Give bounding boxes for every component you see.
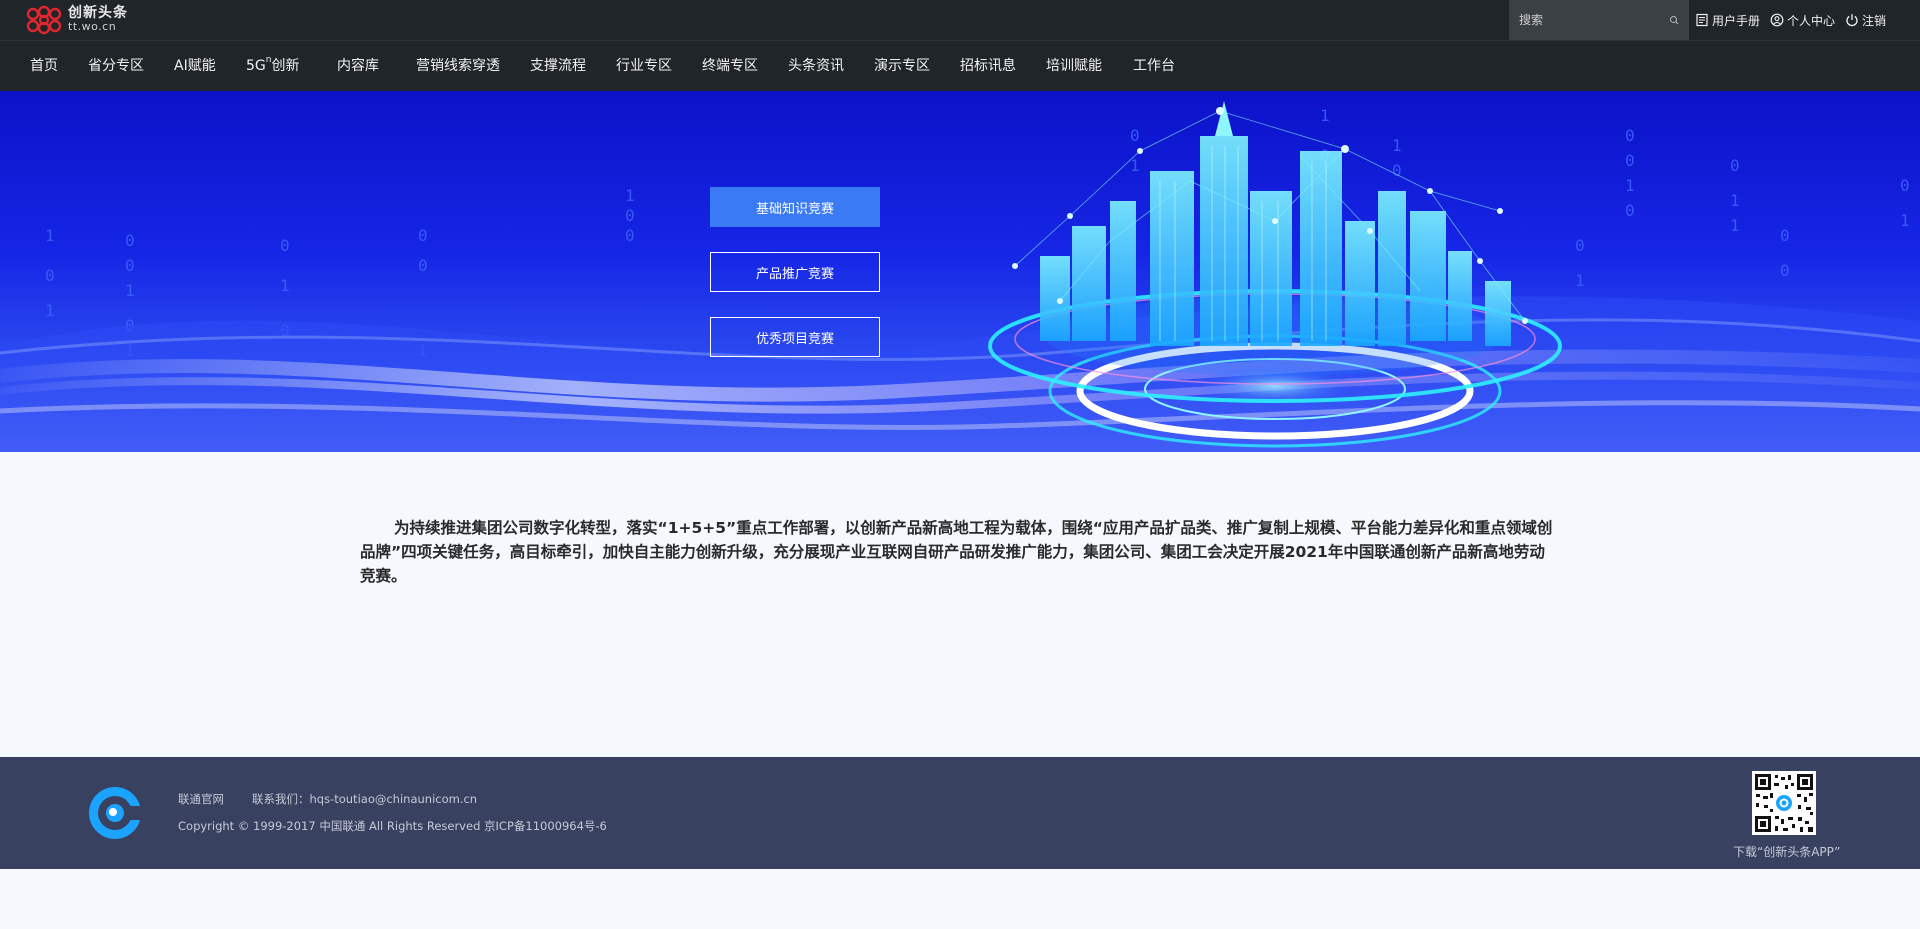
user-icon <box>1770 13 1784 27</box>
svg-text:0: 0 <box>1900 176 1910 195</box>
intro-paragraph: 为持续推进集团公司数字化转型，落实“1+5+5”重点工作部署，以创新产品新高地工… <box>360 519 1553 585</box>
nav-terminal-zone[interactable]: 终端专区 <box>702 41 758 92</box>
top-bar: 创新头条 tt.wo.cn 用户手册 个人中心 <box>0 0 1920 40</box>
search-box <box>1509 0 1689 40</box>
basic-knowledge-contest-button[interactable]: 基础知识竞赛 <box>710 187 880 227</box>
svg-text:0: 0 <box>125 231 135 250</box>
qr-caption: 下载“创新头条APP” <box>1733 845 1841 859</box>
nav-training[interactable]: 培训赋能 <box>1046 41 1102 92</box>
svg-text:1: 1 <box>1900 211 1910 230</box>
unicom-official-site-link[interactable]: 联通官网 <box>178 791 224 807</box>
banner-illustration: 001 01 101 010 001 100 01 10 10 01 0010 … <box>0 101 1920 452</box>
nav-bidding-info[interactable]: 招标讯息 <box>960 41 1016 92</box>
svg-text:1: 1 <box>280 276 290 295</box>
personal-center-link[interactable]: 个人中心 <box>1770 12 1835 29</box>
logout-label: 注销 <box>1862 13 1887 28</box>
logo-text: 创新头条 tt.wo.cn <box>68 5 128 33</box>
user-links: 用户手册 个人中心 注销 <box>1695 0 1886 40</box>
svg-text:1: 1 <box>1730 191 1740 210</box>
power-icon <box>1846 14 1858 27</box>
svg-text:0: 0 <box>45 266 55 285</box>
nav-headline-news[interactable]: 头条资讯 <box>788 41 844 92</box>
brand-domain: tt.wo.cn <box>68 20 117 33</box>
svg-text:0: 0 <box>625 206 635 225</box>
svg-text:0: 0 <box>1730 156 1740 175</box>
svg-text:1: 1 <box>45 226 55 245</box>
footer-logo-icon <box>89 787 144 839</box>
svg-text:0: 0 <box>125 256 135 275</box>
hero-banner: 001 01 101 010 001 100 01 10 10 01 0010 … <box>0 91 1920 452</box>
contact-us-link[interactable]: 联系我们：hqs-toutiao@chinaunicom.cn <box>252 791 477 807</box>
svg-text:0: 0 <box>625 226 635 245</box>
nav-home[interactable]: 首页 <box>30 41 58 92</box>
svg-text:0: 0 <box>1625 126 1635 145</box>
svg-text:0: 0 <box>1575 236 1585 255</box>
svg-text:1: 1 <box>1625 176 1635 195</box>
user-manual-link[interactable]: 用户手册 <box>1695 12 1760 29</box>
document-icon <box>1696 13 1708 27</box>
nav-demo-zone[interactable]: 演示专区 <box>874 41 930 92</box>
nav-5gn-innovation[interactable]: 5Gn创新 <box>246 41 299 92</box>
logout-link[interactable]: 注销 <box>1845 12 1886 29</box>
nav-workbench[interactable]: 工作台 <box>1133 41 1175 92</box>
footer: 联通官网 联系我们：hqs-toutiao@chinaunicom.cn Cop… <box>0 757 1920 869</box>
nav-content-library[interactable]: 内容库 <box>337 41 379 92</box>
footer-links: 联通官网 联系我们：hqs-toutiao@chinaunicom.cn <box>178 791 477 807</box>
nav-ai-empower[interactable]: AI赋能 <box>174 41 216 92</box>
personal-center-label: 个人中心 <box>1787 13 1836 28</box>
unicom-knot-icon <box>26 5 62 35</box>
svg-text:0: 0 <box>1780 261 1790 280</box>
nav-5g-sup: n <box>265 55 272 66</box>
copyright-text: Copyright © 1999-2017 中国联通 All Rights Re… <box>178 819 607 833</box>
svg-text:1: 1 <box>1730 216 1740 235</box>
svg-text:0: 0 <box>418 226 428 245</box>
nav-innovation-label: 创新 <box>271 58 300 74</box>
svg-text:1: 1 <box>1575 271 1585 290</box>
user-manual-label: 用户手册 <box>1712 13 1761 28</box>
svg-text:1: 1 <box>1320 106 1330 125</box>
nav-support-process[interactable]: 支撑流程 <box>530 41 586 92</box>
svg-text:0: 0 <box>1625 201 1635 220</box>
svg-text:0: 0 <box>1780 226 1790 245</box>
app-qr-code <box>1752 771 1816 835</box>
main-nav: 首页 省分专区 AI赋能 5Gn创新 内容库 营销线索穿透 支撑流程 行业专区 … <box>0 40 1920 91</box>
svg-text:0: 0 <box>418 256 428 275</box>
svg-text:1: 1 <box>45 301 55 320</box>
svg-text:1: 1 <box>1392 136 1402 155</box>
svg-text:0: 0 <box>1130 126 1140 145</box>
site-logo[interactable]: 创新头条 tt.wo.cn <box>24 5 128 35</box>
product-promotion-contest-button[interactable]: 产品推广竞赛 <box>710 252 880 292</box>
search-input[interactable] <box>1509 0 1669 40</box>
nav-province-zone[interactable]: 省分专区 <box>88 41 144 92</box>
svg-text:1: 1 <box>125 281 135 300</box>
nav-industry-zone[interactable]: 行业专区 <box>616 41 672 92</box>
svg-text:0: 0 <box>1392 161 1402 180</box>
nav-marketing-leads[interactable]: 营销线索穿透 <box>416 41 500 92</box>
svg-text:0: 0 <box>1625 151 1635 170</box>
excellent-project-contest-button[interactable]: 优秀项目竞赛 <box>710 317 880 357</box>
search-icon[interactable] <box>1669 10 1679 30</box>
brand-name: 创新头条 <box>68 5 128 21</box>
nav-5g-label: 5G <box>246 58 266 74</box>
svg-text:0: 0 <box>280 236 290 255</box>
svg-text:1: 1 <box>625 186 635 205</box>
